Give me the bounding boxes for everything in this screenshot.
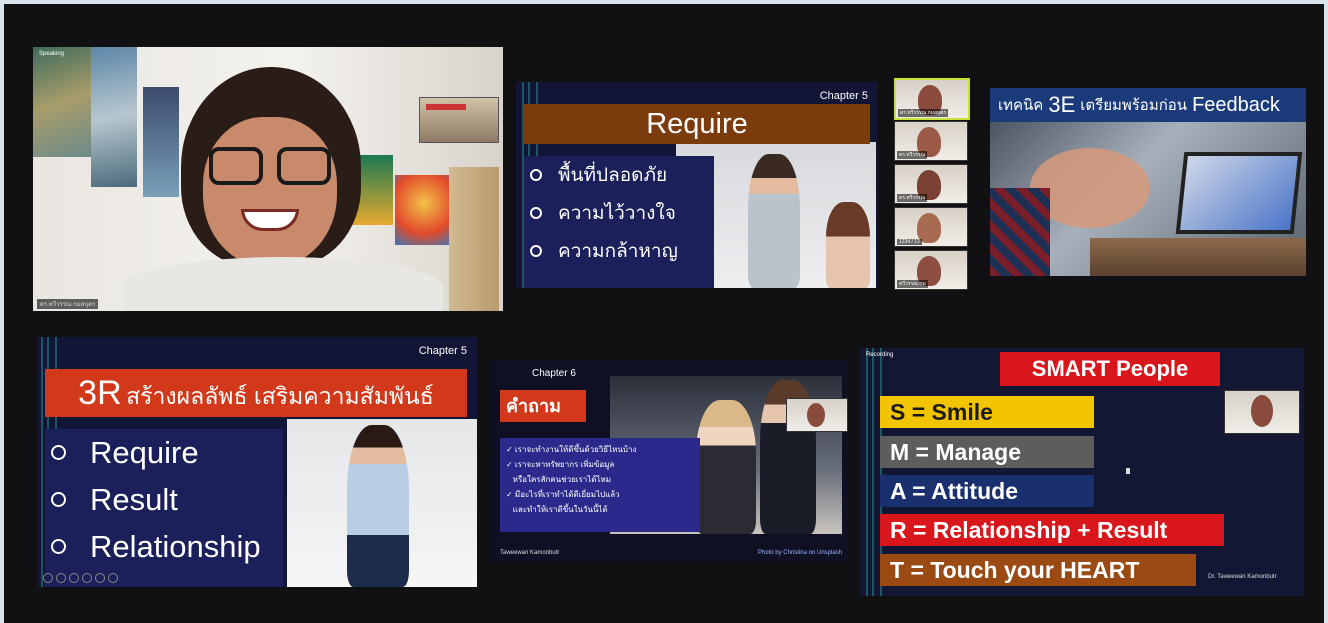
question-line: และทำให้เราดีขึ้นในวันนี้ได้ xyxy=(506,505,608,514)
inset-video-thumbnail[interactable] xyxy=(1224,390,1300,434)
mouse-cursor xyxy=(1126,468,1130,474)
slide-author: Dr. Taweewan Kamonbutr xyxy=(1208,574,1277,580)
slide-title-banner: 3R สร้างผลลัพธ์ เสริมความสัมพันธ์ xyxy=(45,369,467,417)
chapter-label: Chapter 6 xyxy=(532,368,576,379)
shared-slide-require[interactable]: Chapter 5 Require พื้นที่ปลอดภัย ความไว้… xyxy=(516,82,878,288)
slide-title-banner: คำถาม xyxy=(500,390,586,422)
bullet-circle-icon xyxy=(530,207,542,219)
next-slide-icon[interactable] xyxy=(56,573,66,583)
participant-thumbnail[interactable]: 1234 / 12 xyxy=(894,207,968,247)
slide-footer-author: Taweewan Kamonbutr xyxy=(500,550,560,556)
speaker-glasses xyxy=(209,147,331,185)
smart-row-s: S = Smile xyxy=(880,396,1094,428)
participant-thumbnail[interactable]: ดร.ทวีวรรณ xyxy=(894,164,968,204)
smart-row-a: A = Attitude xyxy=(880,475,1094,507)
laptop-image xyxy=(1175,152,1303,234)
bullet-circle-icon xyxy=(51,539,66,554)
speaker-shirt xyxy=(123,257,443,311)
active-speaker-tag: Speaking xyxy=(39,51,65,57)
bullet-circle-icon xyxy=(51,445,66,460)
question-list: ✓ เราจะทำงานให้ดีขึ้นด้วยวิธีไหนบ้าง ✓ เ… xyxy=(500,438,700,532)
participant-thumbnail[interactable]: ดร.ทวีวรรณ xyxy=(894,121,968,161)
chapter-label: Chapter 5 xyxy=(418,345,467,357)
recording-tag: Recording xyxy=(866,352,894,358)
smart-row-r: R = Relationship + Result xyxy=(880,514,1224,546)
smart-row-t: T = Touch your HEART xyxy=(880,554,1196,586)
photo-credit: Photo by Christina on Unsplash xyxy=(757,550,842,556)
bullet-item: พื้นที่ปลอดภัย xyxy=(524,156,714,194)
shared-slide-3r[interactable]: Chapter 5 3R สร้างผลลัพธ์ เสริมความสัมพั… xyxy=(37,337,477,587)
video-tile-speaker[interactable]: Speaking ดร.ทวีวรรณ กมลบุตร xyxy=(33,47,503,311)
slide-bullet-list: Require Result Relationship xyxy=(45,429,283,587)
gallery-view: Speaking ดร.ทวีวรรณ กมลบุตร Chapter 5 Re… xyxy=(4,4,1324,623)
door-panel xyxy=(449,167,499,311)
slide-nav-toolbar[interactable] xyxy=(43,573,118,583)
inset-video-thumbnail[interactable] xyxy=(786,398,848,432)
participant-strip: ดร.ทวีวรรณ กมลบุตร ดร.ทวีวรรณ ดร.ทวีวรรณ… xyxy=(894,78,970,290)
participant-thumbnail[interactable]: ดร.ทวีวรรณ กมลบุตร xyxy=(894,78,970,120)
desk xyxy=(1090,238,1306,276)
question-line: ✓ มีอะไรที่เราทำได้ดีเยี่ยมไปแล้ว xyxy=(506,490,620,499)
bullet-circle-icon xyxy=(51,492,66,507)
question-line: หรือใครสักคนช่วยเราได้ไหม xyxy=(506,475,612,484)
slide-title-banner: Require xyxy=(524,104,870,144)
grid-view-icon[interactable] xyxy=(82,573,92,583)
wall-painting-1 xyxy=(33,47,93,157)
shared-slide-question[interactable]: Chapter 6 คำถาม ✓ เราจะทำงานให้ดีขึ้นด้ว… xyxy=(492,360,848,562)
prev-slide-icon[interactable] xyxy=(43,573,53,583)
self-view-thumbnail[interactable] xyxy=(419,97,499,143)
pen-tool-icon[interactable] xyxy=(69,573,79,583)
speaker-face xyxy=(203,117,337,267)
bullet-item: Require xyxy=(45,429,283,476)
sleeve-image xyxy=(990,188,1050,276)
bullet-circle-icon xyxy=(530,169,542,181)
more-options-icon[interactable] xyxy=(108,573,118,583)
feedback-title-bar: เทคนิค 3E เตรียมพร้อมก่อน Feedback xyxy=(990,88,1306,122)
bullet-item: ความกล้าหาญ xyxy=(524,232,714,270)
wall-painting-tree xyxy=(395,175,453,245)
bullet-item: ความไว้วางใจ xyxy=(524,194,714,232)
chapter-label: Chapter 5 xyxy=(819,90,868,102)
smart-row-m: M = Manage xyxy=(880,436,1094,468)
shared-slide-feedback[interactable]: เทคนิค 3E เตรียมพร้อมก่อน Feedback xyxy=(990,88,1306,276)
slide-photo-presenter xyxy=(287,419,477,587)
smart-title-banner: SMART People xyxy=(1000,352,1220,386)
wall-painting-3 xyxy=(143,87,179,197)
participant-thumbnail[interactable]: ทวีวรรณ กม xyxy=(894,250,968,290)
bullet-item: Relationship xyxy=(45,523,283,570)
bullet-circle-icon xyxy=(530,245,542,257)
speaker-caption: ดร.ทวีวรรณ กมลบุตร xyxy=(37,299,99,309)
bullet-item: Result xyxy=(45,476,283,523)
zoom-icon[interactable] xyxy=(95,573,105,583)
question-line: ✓ เราจะหาทรัพยากร เพิ่มข้อมูล xyxy=(506,460,615,469)
question-line: ✓ เราจะทำงานให้ดีขึ้นด้วยวิธีไหนบ้าง xyxy=(506,445,637,454)
slide-bullet-list: พื้นที่ปลอดภัย ความไว้วางใจ ความกล้าหาญ xyxy=(524,156,714,288)
wall-painting-2 xyxy=(91,47,137,187)
